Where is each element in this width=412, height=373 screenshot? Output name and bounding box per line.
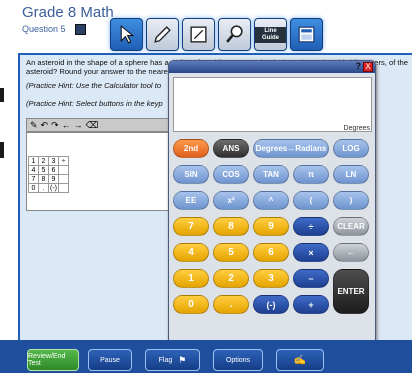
highlighter-tool-button[interactable] — [146, 18, 179, 51]
sidebar-marker — [0, 88, 4, 102]
accommodation-icon: ✍ — [293, 354, 307, 366]
tan-button[interactable]: TAN — [253, 165, 289, 184]
flag-button[interactable]: Flag ⚑ — [145, 349, 200, 371]
keypad-key[interactable]: 6 — [48, 165, 59, 175]
page-title: Grade 8 Math — [22, 4, 114, 21]
angle-mode-label: Degrees — [343, 125, 370, 132]
log-button[interactable]: LOG — [333, 139, 369, 158]
cursor-right-icon[interactable]: → — [74, 120, 83, 130]
add-button[interactable]: + — [293, 295, 329, 314]
keypad-key[interactable]: 0 — [28, 183, 39, 193]
digit-5-button[interactable]: 5 — [213, 243, 249, 262]
divide-button[interactable]: ÷ — [293, 217, 329, 236]
magnifier-tool-button[interactable] — [218, 18, 251, 51]
power-button[interactable]: ^ — [253, 191, 289, 210]
keypad-key[interactable]: 3 — [48, 156, 59, 166]
cos-button[interactable]: COS — [213, 165, 249, 184]
digit-6-button[interactable]: 6 — [253, 243, 289, 262]
enter-button[interactable]: ENTER — [333, 269, 369, 314]
calculator-icon — [298, 26, 315, 43]
sin-button[interactable]: SIN — [173, 165, 209, 184]
question-flag-icon[interactable] — [75, 24, 86, 35]
answer-keypad: 1 2 3 ÷ 4 5 6 7 8 9 0 . (-) — [28, 156, 69, 193]
eraser-icon[interactable]: ✎ — [30, 120, 38, 131]
practice-hint: (Practice Hint: Use the Calculator tool … — [26, 81, 162, 90]
digit-1-button[interactable]: 1 — [173, 269, 209, 288]
undo-icon[interactable]: ↶ — [41, 120, 49, 131]
practice-hint: (Practice Hint: Select buttons in the ke… — [26, 99, 163, 108]
keypad-key[interactable]: 8 — [38, 174, 49, 184]
cursor-left-icon[interactable]: ← — [62, 120, 71, 130]
subtract-button[interactable]: − — [293, 269, 329, 288]
digit-8-button[interactable]: 8 — [213, 217, 249, 236]
close-paren-button[interactable]: ) — [333, 191, 369, 210]
clear-button[interactable]: CLEAR — [333, 217, 369, 236]
digit-3-button[interactable]: 3 — [253, 269, 289, 288]
calculator-window[interactable]: ? X Degrees 2nd ANS Degrees↔Radians LOG SIN C… — [168, 60, 376, 345]
notepad-icon — [190, 26, 207, 43]
ans-button[interactable]: ANS — [213, 139, 249, 158]
notepad-tool-button[interactable] — [182, 18, 215, 51]
ln-button[interactable]: LN — [333, 165, 369, 184]
keypad-key[interactable]: (-) — [48, 183, 59, 193]
delete-icon[interactable]: ⌫ — [86, 120, 99, 131]
digit-9-button[interactable]: 9 — [253, 217, 289, 236]
calculator-display — [173, 77, 372, 132]
equation-editor-toolbar: ✎ ↶ ↷ ← → ⌫ — [26, 118, 171, 132]
keypad-key[interactable]: 2 — [38, 156, 49, 166]
backspace-button[interactable]: ← — [333, 243, 369, 262]
keypad-key[interactable]: 7 — [28, 174, 39, 184]
calculator-close-button[interactable]: X — [363, 62, 373, 72]
calculator-help-button[interactable]: ? — [356, 61, 362, 71]
keypad-key[interactable]: . — [38, 183, 49, 193]
digit-2-button[interactable]: 2 — [213, 269, 249, 288]
header: Grade 8 Math Question 5 Line Guide — [0, 0, 412, 58]
keypad-key[interactable]: 5 — [38, 165, 49, 175]
accommodation-button[interactable]: ✍ — [276, 349, 324, 371]
digit-7-button[interactable]: 7 — [173, 217, 209, 236]
pointer-tool-button[interactable] — [110, 18, 143, 51]
keypad-key[interactable]: 1 — [28, 156, 39, 166]
keypad-key[interactable]: 9 — [48, 174, 59, 184]
fraction-key[interactable]: ÷ — [58, 156, 69, 166]
calculator-tool-button[interactable] — [290, 18, 323, 51]
digit-4-button[interactable]: 4 — [173, 243, 209, 262]
pointer-icon — [120, 24, 135, 44]
redo-icon[interactable]: ↷ — [51, 120, 59, 131]
pause-button[interactable]: Pause — [88, 349, 132, 371]
flag-icon: ⚑ — [178, 354, 187, 365]
line-guide-tool-button[interactable]: Line Guide — [254, 18, 287, 51]
calculator-title-bar[interactable]: ? X — [169, 61, 375, 73]
sidebar-marker — [0, 142, 4, 158]
open-paren-button[interactable]: ( — [293, 191, 329, 210]
keypad-key[interactable]: 4 — [28, 165, 39, 175]
second-function-button[interactable]: 2nd — [173, 139, 209, 158]
pi-button[interactable]: π — [293, 165, 329, 184]
negate-button[interactable]: (-) — [253, 295, 289, 314]
highlighter-icon — [154, 26, 171, 43]
magnifier-icon — [226, 25, 243, 43]
line-guide-label: Line Guide — [255, 26, 286, 43]
degrees-radians-button[interactable]: Degrees↔Radians — [253, 139, 329, 158]
review-end-test-button[interactable]: Review/End Test — [27, 349, 79, 371]
options-button[interactable]: Options — [213, 349, 263, 371]
multiply-button[interactable]: × — [293, 243, 329, 262]
square-button[interactable]: x² — [213, 191, 249, 210]
ee-button[interactable]: EE — [173, 191, 209, 210]
flag-label: Flag — [158, 356, 173, 364]
left-margin — [0, 58, 18, 358]
decimal-button[interactable]: . — [213, 295, 249, 314]
digit-0-button[interactable]: 0 — [173, 295, 209, 314]
question-number: Question 5 — [22, 24, 66, 34]
